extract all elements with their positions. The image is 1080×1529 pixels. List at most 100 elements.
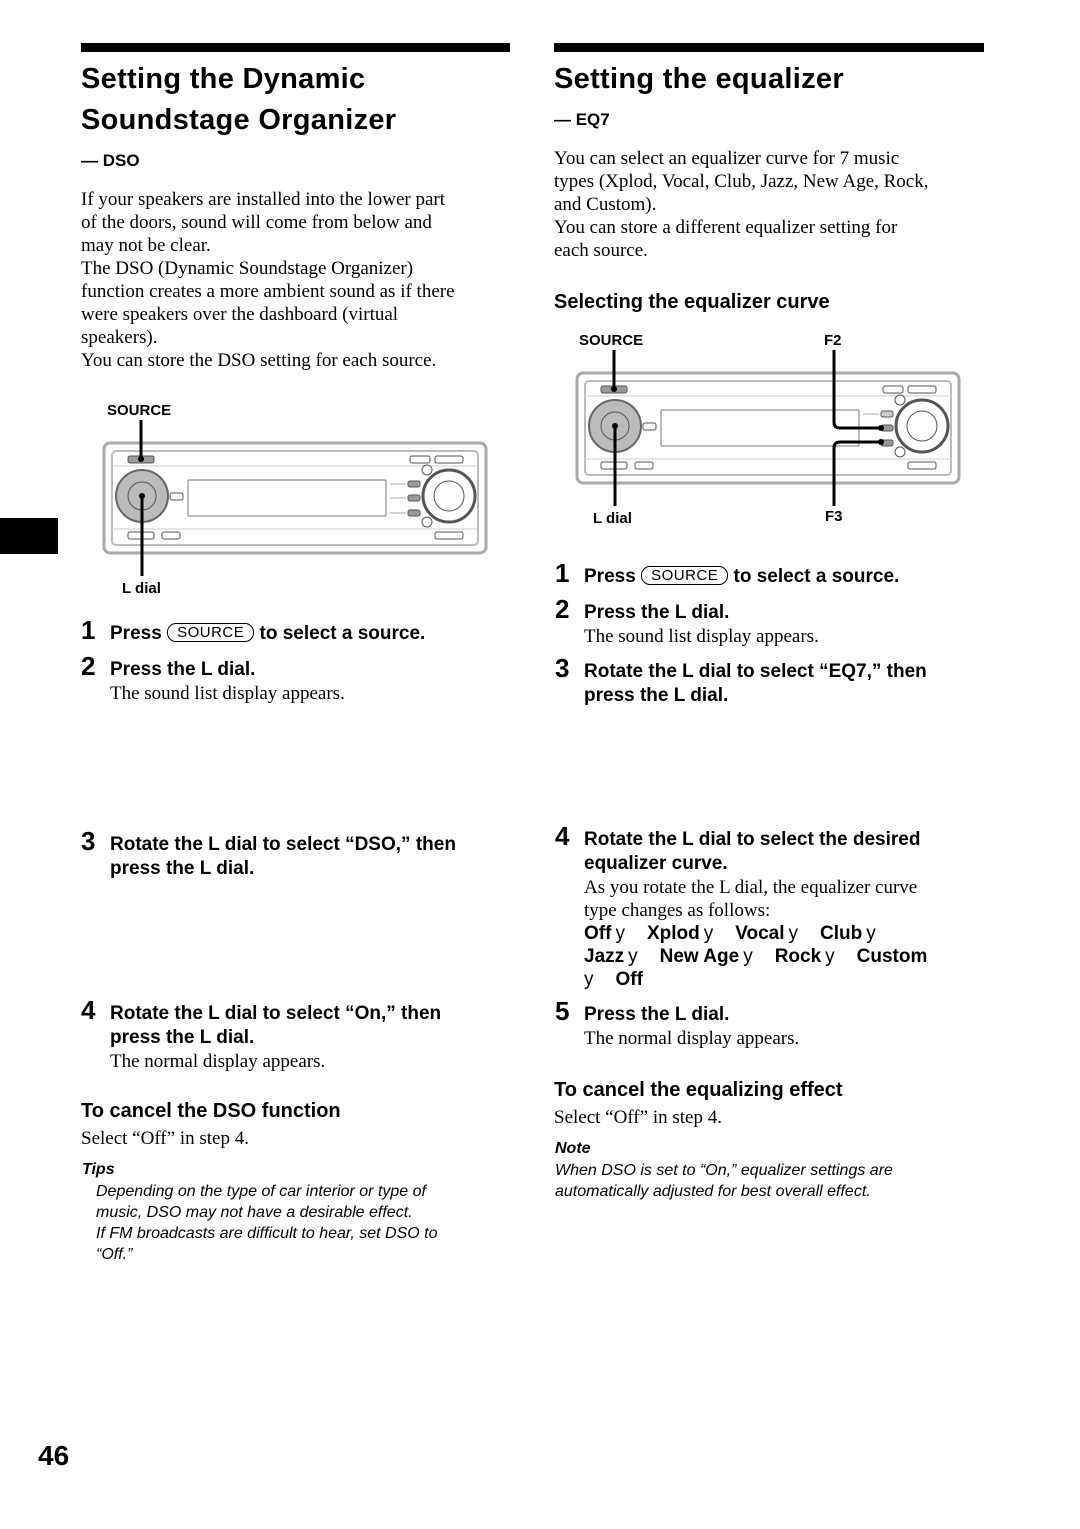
diagram-label-ldial: L dial: [122, 580, 161, 597]
arrow-icon: y: [628, 946, 638, 967]
display-window: [660, 409, 860, 447]
step-text: Press the L dial.: [584, 602, 730, 623]
step-text: press the L dial.: [584, 685, 729, 706]
dso-step-2: 2 Press the L dial. The sound list displ…: [81, 653, 521, 705]
eq-step-5: 5 Press the L dial. The normal display a…: [555, 998, 995, 1050]
arrow-icon: y: [584, 969, 594, 990]
intro-line: The DSO (Dynamic Soundstage Organizer): [81, 258, 414, 279]
step-number: 2: [555, 594, 570, 624]
car-stereo-diagram-eq: [575, 350, 961, 506]
dso-step-3: 3 Rotate the L dial to select “DSO,” the…: [81, 828, 521, 881]
step-text: Rotate the L dial to select “DSO,” then: [110, 834, 456, 855]
arrow-icon: y: [703, 923, 714, 944]
source-key: SOURCE: [641, 566, 729, 585]
eq-option: Custom: [856, 946, 928, 967]
cancel-eq-text: Select “Off” in step 4.: [554, 1107, 722, 1128]
intro-line: and Custom).: [554, 194, 657, 215]
step-number: 4: [555, 821, 570, 851]
chapter-tab-marker: [0, 518, 58, 554]
intro-line: function creates a more ambient sound as…: [81, 281, 455, 302]
step-description: The sound list display appears.: [110, 683, 345, 704]
section-rule-left: [81, 43, 510, 52]
step-number: 1: [555, 558, 570, 588]
diagram-label-f3: F3: [825, 508, 843, 525]
diagram-label-ldial: L dial: [593, 510, 632, 527]
step-description: The normal display appears.: [110, 1051, 326, 1072]
note-heading: Note: [555, 1140, 591, 1157]
note-text: When DSO is set to “On,” equalizer setti…: [555, 1160, 985, 1202]
arrow-icon: y: [615, 923, 625, 944]
note-line: When DSO is set to “On,” equalizer setti…: [555, 1162, 893, 1179]
cancel-eq-heading: To cancel the equalizing effect: [554, 1079, 843, 1101]
intro-line: You can store a different equalizer sett…: [554, 217, 898, 238]
eq-step-2: 2 Press the L dial. The sound list displ…: [555, 596, 995, 648]
step-text: Rotate the L dial to select “EQ7,” then: [584, 661, 927, 682]
eq-option: Off: [584, 923, 612, 944]
tip-line: “Off.”: [96, 1246, 133, 1263]
tip-line: Depending on the type of car interior or…: [96, 1183, 426, 1200]
intro-line: of the doors, sound will come from below…: [81, 212, 432, 233]
step-description: As you rotate the L dial, the equalizer …: [584, 877, 918, 898]
display-window: [187, 479, 387, 517]
small-button: [169, 492, 184, 501]
intro-line: If your speakers are installed into the …: [81, 189, 446, 210]
step-text: Press the L dial.: [110, 659, 256, 680]
step-number: 5: [555, 996, 570, 1026]
cancel-dso-heading: To cancel the DSO function: [81, 1100, 341, 1122]
step-number: 2: [81, 651, 96, 681]
step-text: Rotate the L dial to select the desired: [584, 829, 921, 850]
arrow-icon: y: [866, 923, 876, 944]
diagram-label-source: SOURCE: [107, 402, 172, 419]
intro-line: each source.: [554, 240, 648, 261]
source-key: SOURCE: [167, 623, 255, 642]
dso-step-1: 1 Press SOURCE to select a source.: [81, 617, 521, 646]
step-text: equalizer curve.: [584, 853, 728, 874]
eq-option: Xplod: [646, 923, 700, 944]
f1-button: [880, 410, 894, 418]
intro-line: You can select an equalizer curve for 7 …: [554, 148, 900, 169]
note-line: automatically adjusted for best overall …: [555, 1183, 871, 1200]
f2-button: [407, 494, 421, 502]
eq-step-3: 3 Rotate the L dial to select “EQ7,” the…: [555, 655, 995, 708]
diagram-label-f2: F2: [824, 332, 842, 349]
step-description: The normal display appears.: [584, 1028, 800, 1049]
step-text: Press: [584, 566, 636, 587]
intro-line: were speakers over the dashboard (virtua…: [81, 304, 399, 325]
f1-button: [407, 480, 421, 488]
step-number: 3: [555, 653, 570, 683]
top-button: [434, 455, 464, 464]
step-text: Press: [110, 623, 162, 644]
subtitle-eq7: — EQ7: [554, 110, 610, 129]
intro-line: types (Xplod, Vocal, Club, Jazz, New Age…: [554, 171, 929, 192]
cancel-dso-text: Select “Off” in step 4.: [81, 1128, 249, 1149]
step-text: to select a source.: [733, 566, 900, 587]
tips-heading: Tips: [82, 1161, 115, 1178]
eq-step-1: 1 Press SOURCE to select a source.: [555, 560, 995, 589]
intro-line: may not be clear.: [81, 235, 211, 256]
page-title-equalizer: Setting the equalizer: [554, 63, 844, 95]
eq-step-4: 4 Rotate the L dial to select the desire…: [555, 823, 995, 991]
dso-step-4: 4 Rotate the L dial to select “On,” then…: [81, 997, 521, 1073]
top-button: [409, 455, 431, 464]
intro-dso: If your speakers are installed into the …: [81, 188, 521, 372]
section-rule-right: [554, 43, 984, 52]
step-description: type changes as follows:: [584, 900, 771, 921]
step-text: Rotate the L dial to select “On,” then: [110, 1003, 442, 1024]
selecting-curve-heading: Selecting the equalizer curve: [554, 291, 830, 313]
step-number: 3: [81, 826, 96, 856]
eq-option: New Age: [659, 946, 740, 967]
step-number: 1: [81, 615, 96, 645]
eq-option: Rock: [774, 946, 822, 967]
eq-option: Jazz: [584, 946, 625, 967]
step-description: The sound list display appears.: [584, 626, 819, 647]
title-line-1: Setting the Dynamic: [81, 63, 366, 95]
intro-line: You can store the DSO setting for each s…: [81, 350, 437, 371]
intro-eq: You can select an equalizer curve for 7 …: [554, 147, 994, 262]
arrow-icon: y: [825, 946, 835, 967]
step-text: Press the L dial.: [584, 1004, 730, 1025]
f3-button: [407, 509, 421, 517]
tips-text: Depending on the type of car interior or…: [96, 1181, 516, 1265]
tip-line: If FM broadcasts are difficult to hear, …: [96, 1225, 438, 1242]
tip-line: music, DSO may not have a desirable effe…: [96, 1204, 413, 1221]
arrow-icon: y: [743, 946, 753, 967]
